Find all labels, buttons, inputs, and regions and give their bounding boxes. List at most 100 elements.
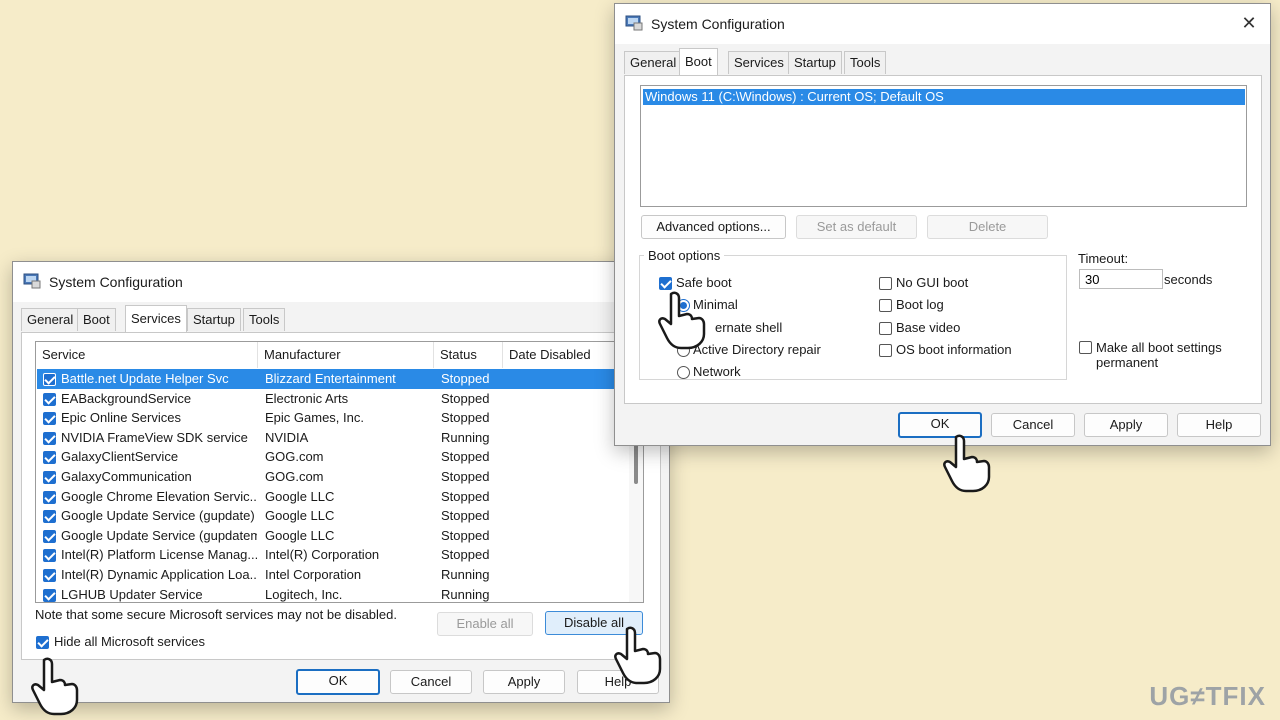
- make-permanent-checkbox[interactable]: [1079, 341, 1092, 354]
- tab-boot[interactable]: Boot: [679, 48, 718, 75]
- service-checkbox[interactable]: [43, 549, 56, 563]
- service-status: Stopped: [441, 527, 490, 543]
- table-row[interactable]: Google Chrome Elevation Servic... Google …: [37, 487, 627, 507]
- alternate-shell-label[interactable]: ernate shell: [715, 320, 782, 335]
- column-status[interactable]: Status: [434, 342, 503, 368]
- services-window: System Configuration General Boot Servic…: [12, 261, 670, 703]
- os-boot-info-checkbox[interactable]: [879, 344, 892, 357]
- boot-log-label[interactable]: Boot log: [896, 297, 944, 312]
- service-name: Epic Online Services: [61, 410, 181, 426]
- service-status: Stopped: [441, 547, 490, 563]
- service-name: GalaxyCommunication: [61, 469, 192, 484]
- service-checkbox[interactable]: [43, 588, 56, 602]
- service-name: Google Update Service (gupdatem): [61, 527, 257, 543]
- service-checkbox[interactable]: [43, 529, 56, 543]
- table-row[interactable]: EABackgroundService Electronic Arts Stoppe…: [37, 389, 627, 409]
- services-window-title: System Configuration: [49, 274, 183, 290]
- table-row[interactable]: NVIDIA FrameView SDK service NVIDIA Runnin…: [37, 428, 627, 448]
- tab-services[interactable]: Services: [728, 51, 790, 74]
- table-row[interactable]: GalaxyCommunication GOG.com Stopped: [37, 467, 627, 487]
- hide-ms-services-checkbox[interactable]: [36, 636, 49, 649]
- service-manufacturer: Epic Games, Inc.: [265, 410, 364, 426]
- table-row[interactable]: Epic Online Services Epic Games, Inc. Stop…: [37, 408, 627, 428]
- os-list[interactable]: Windows 11 (C:\Windows) : Current OS; De…: [640, 85, 1247, 207]
- services-ok-button[interactable]: OK: [296, 669, 380, 695]
- service-checkbox[interactable]: [43, 471, 56, 484]
- boot-cancel-button[interactable]: Cancel: [991, 413, 1075, 437]
- column-service[interactable]: Service: [36, 342, 258, 368]
- service-checkbox[interactable]: [43, 569, 56, 582]
- table-row[interactable]: Intel(R) Platform License Manag... Intel(…: [37, 545, 627, 565]
- tab-services[interactable]: Services: [125, 305, 187, 332]
- network-label[interactable]: Network: [693, 364, 741, 379]
- service-checkbox[interactable]: [43, 392, 56, 406]
- hand-pointer-icon: [614, 626, 662, 685]
- tab-boot[interactable]: Boot: [77, 308, 116, 331]
- make-permanent-label[interactable]: Make all boot settings: [1096, 340, 1222, 355]
- tab-tools[interactable]: Tools: [844, 51, 887, 74]
- service-status: Stopped: [441, 371, 490, 386]
- base-video-label[interactable]: Base video: [896, 320, 960, 335]
- make-permanent-label-line2[interactable]: permanent: [1096, 355, 1158, 370]
- tab-general[interactable]: General: [21, 308, 80, 331]
- service-manufacturer: NVIDIA: [265, 429, 309, 445]
- service-checkbox[interactable]: [43, 431, 56, 445]
- tab-startup[interactable]: Startup: [788, 51, 842, 74]
- no-gui-boot-checkbox[interactable]: [879, 277, 892, 290]
- close-icon[interactable]: ✕: [1238, 12, 1260, 34]
- service-checkbox[interactable]: [43, 510, 56, 524]
- timeout-input[interactable]: [1079, 269, 1163, 289]
- table-row[interactable]: Google Update Service (gupdatem) Google L…: [37, 526, 627, 546]
- service-name: GalaxyClientService: [61, 449, 179, 465]
- service-manufacturer: Intel Corporation: [265, 567, 362, 582]
- tab-general[interactable]: General: [624, 51, 683, 74]
- enable-all-button[interactable]: Enable all: [437, 612, 533, 636]
- services-list[interactable]: Service Manufacturer Status Date Disable…: [35, 341, 644, 603]
- service-name: NVIDIA FrameView SDK service: [61, 429, 248, 445]
- tab-startup[interactable]: Startup: [187, 308, 241, 331]
- service-checkbox[interactable]: [43, 490, 56, 504]
- ad-repair-label[interactable]: Active Directory repair: [693, 342, 821, 357]
- services-cancel-button[interactable]: Cancel: [390, 670, 472, 694]
- table-row[interactable]: Battle.net Update Helper Svc Blizzard Ent…: [37, 369, 627, 389]
- service-status: Stopped: [441, 469, 490, 484]
- service-manufacturer: Logitech, Inc.: [265, 586, 343, 602]
- hide-ms-services-label[interactable]: Hide all Microsoft services: [54, 634, 205, 649]
- no-gui-boot-label[interactable]: No GUI boot: [896, 275, 968, 290]
- timeout-label: Timeout:: [1078, 251, 1129, 266]
- system-config-icon: [23, 273, 41, 289]
- hand-pointer-icon: [31, 657, 79, 716]
- table-row[interactable]: LGHUB Updater Service Logitech, Inc. Runni…: [37, 585, 627, 602]
- service-checkbox[interactable]: [43, 373, 56, 386]
- service-checkbox[interactable]: [43, 412, 56, 426]
- services-titlebar: System Configuration: [13, 262, 669, 302]
- service-status: Stopped: [441, 410, 490, 426]
- column-manufacturer[interactable]: Manufacturer: [258, 342, 434, 368]
- service-manufacturer: Blizzard Entertainment: [265, 371, 396, 386]
- tab-tools[interactable]: Tools: [243, 308, 286, 331]
- boot-help-button[interactable]: Help: [1177, 413, 1261, 437]
- column-date-disabled[interactable]: Date Disabled: [503, 342, 623, 368]
- table-row[interactable]: GalaxyClientService GOG.com Stopped: [37, 447, 627, 467]
- table-row[interactable]: Intel(R) Dynamic Application Loa... Intel…: [37, 565, 627, 585]
- network-radio[interactable]: [677, 366, 690, 379]
- boot-apply-button[interactable]: Apply: [1084, 413, 1168, 437]
- os-entry[interactable]: Windows 11 (C:\Windows) : Current OS; De…: [643, 89, 1245, 105]
- service-manufacturer: GOG.com: [265, 469, 324, 484]
- service-manufacturer: Intel(R) Corporation: [265, 547, 380, 563]
- os-boot-info-label[interactable]: OS boot information: [896, 342, 1012, 357]
- set-as-default-button[interactable]: Set as default: [796, 215, 917, 239]
- service-manufacturer: Google LLC: [265, 488, 335, 504]
- service-name: Google Update Service (gupdate): [61, 508, 255, 524]
- advanced-options-button[interactable]: Advanced options...: [641, 215, 786, 239]
- base-video-checkbox[interactable]: [879, 322, 892, 335]
- safe-boot-label[interactable]: Safe boot: [676, 275, 732, 290]
- services-apply-button[interactable]: Apply: [483, 670, 565, 694]
- service-checkbox[interactable]: [43, 451, 56, 465]
- service-manufacturer: Google LLC: [265, 527, 335, 543]
- delete-button[interactable]: Delete: [927, 215, 1048, 239]
- boot-log-checkbox[interactable]: [879, 299, 892, 312]
- safe-boot-checkbox[interactable]: [659, 277, 672, 290]
- service-name: Intel(R) Dynamic Application Loa...: [61, 567, 257, 582]
- table-row[interactable]: Google Update Service (gupdate) Google LL…: [37, 506, 627, 526]
